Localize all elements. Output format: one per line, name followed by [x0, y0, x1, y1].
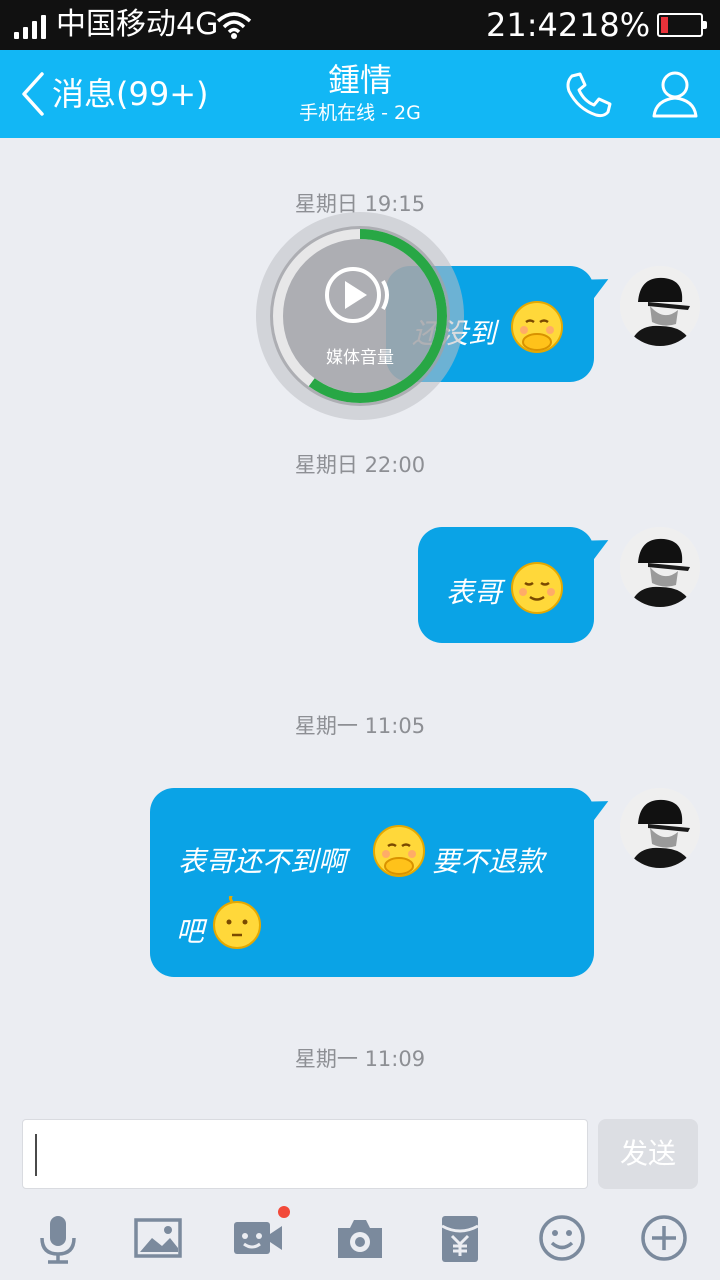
message-text: 要不退款	[432, 845, 545, 878]
signal-icon	[14, 15, 48, 39]
video-icon[interactable]	[232, 1206, 290, 1264]
camera-icon[interactable]	[334, 1212, 386, 1264]
battery-level-fill	[661, 17, 668, 33]
wifi-icon	[216, 12, 252, 39]
timestamp: 星期日 22:00	[294, 453, 426, 477]
contact-name: 鍾情	[327, 61, 392, 99]
carrier-label: 中国移动4G	[56, 7, 219, 42]
avatar[interactable]	[620, 266, 700, 346]
timestamp: 星期一 11:09	[294, 1047, 426, 1071]
battery-percent: 18%	[579, 6, 651, 44]
message-bubble[interactable]: 表哥	[418, 527, 594, 643]
timestamp: 星期一 11:05	[294, 714, 426, 738]
avatar-image	[620, 788, 700, 868]
battery-icon	[657, 13, 707, 37]
contact-info: 鍾情 手机在线 - 2G	[200, 60, 520, 126]
avatar[interactable]	[620, 527, 700, 607]
chat-header: 消息(99+) 鍾情 手机在线 - 2G	[0, 50, 720, 138]
video-camera-icon	[234, 1222, 282, 1254]
media-volume-overlay: 媒体音量	[255, 211, 465, 421]
notification-dot	[278, 1206, 290, 1218]
message-input[interactable]	[22, 1119, 588, 1189]
red-packet-icon[interactable]	[434, 1212, 486, 1264]
message-bubble[interactable]: 表哥还不到啊 要不退款 吧	[150, 788, 594, 977]
image-icon[interactable]	[132, 1212, 184, 1264]
back-button[interactable]: 消息(99+)	[18, 68, 209, 120]
back-label: 消息(99+)	[52, 75, 209, 113]
volume-dial	[256, 212, 464, 420]
profile-icon[interactable]	[650, 68, 700, 120]
emoji-shy-face	[373, 825, 425, 877]
microphone-icon[interactable]	[32, 1212, 84, 1264]
status-bar: 中国移动4G 21:42 18%	[0, 0, 720, 50]
input-toolbar	[0, 1206, 720, 1272]
message-text: 表哥	[446, 576, 503, 609]
text-cursor	[35, 1134, 37, 1176]
clock: 21:42	[486, 6, 579, 44]
emoji-thinking-face	[213, 896, 261, 949]
message-text: 表哥还不到啊	[178, 845, 347, 878]
emoji-smile-face	[511, 562, 563, 614]
send-button[interactable]: 发送	[598, 1119, 698, 1189]
message-text: 吧	[176, 915, 205, 948]
avatar-image	[620, 527, 700, 607]
phone-icon[interactable]	[562, 70, 614, 120]
chevron-left-icon	[22, 72, 44, 116]
volume-label: 媒体音量	[326, 348, 394, 368]
emoji-icon[interactable]	[536, 1212, 588, 1264]
input-area: 发送	[0, 1104, 720, 1280]
avatar[interactable]	[620, 788, 700, 868]
contact-status: 手机在线 - 2G	[299, 102, 421, 124]
plus-icon[interactable]	[638, 1212, 690, 1264]
avatar-image	[620, 266, 700, 346]
emoji-shy-face	[511, 301, 563, 353]
